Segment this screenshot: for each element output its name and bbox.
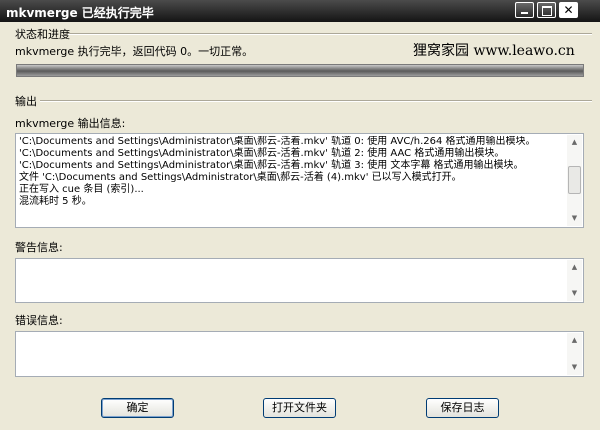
progress-bar-fill [17, 65, 583, 76]
minimize-icon [516, 3, 533, 17]
scroll-down-icon[interactable]: ▼ [567, 286, 582, 301]
maximize-icon [538, 3, 555, 17]
log-line: 混流耗时 5 秒。 [19, 196, 92, 207]
warnings-scrollbar[interactable]: ▲ ▼ [567, 260, 582, 301]
close-icon: ✕ [563, 3, 574, 17]
mkvmerge-result-dialog: mkvmerge 已经执行完毕 ✕ 状态和进度 mkvmerge 执行完毕，返回… [0, 0, 600, 430]
scroll-down-icon[interactable]: ▼ [567, 211, 582, 226]
output-group-label: 输出 [15, 95, 37, 108]
output-group-divider [40, 100, 592, 102]
log-line: 'C:\Documents and Settings\Administrator… [19, 160, 524, 171]
output-info-label: mkvmerge 输出信息: [15, 117, 126, 130]
window-title: mkvmerge 已经执行完毕 [6, 6, 154, 20]
minimize-button[interactable] [515, 2, 534, 18]
scrollbar-thumb[interactable] [568, 166, 581, 194]
scroll-down-icon[interactable]: ▼ [567, 360, 582, 375]
warnings-textarea[interactable]: ▲ ▼ [15, 258, 584, 303]
output-log-lines: 'C:\Documents and Settings\Administrator… [19, 136, 561, 208]
open-folder-button[interactable]: 打开文件夹 [263, 398, 336, 418]
scroll-up-icon[interactable]: ▲ [567, 135, 582, 150]
warnings-label: 警告信息: [15, 241, 63, 254]
log-line: 'C:\Documents and Settings\Administrator… [19, 148, 505, 159]
log-line: 文件 'C:\Documents and Settings\Administra… [19, 172, 462, 183]
title-bar[interactable]: mkvmerge 已经执行完毕 ✕ [0, 0, 600, 22]
progress-bar [16, 64, 584, 77]
maximize-button[interactable] [537, 2, 556, 18]
close-button[interactable]: ✕ [559, 2, 578, 18]
status-group-divider [68, 33, 592, 35]
errors-scrollbar[interactable]: ▲ ▼ [567, 333, 582, 375]
errors-label: 错误信息: [15, 314, 63, 327]
log-line: 'C:\Documents and Settings\Administrator… [19, 136, 536, 147]
save-log-button[interactable]: 保存日志 [426, 398, 499, 418]
ok-button[interactable]: 确定 [101, 398, 174, 418]
output-log-textarea[interactable]: 'C:\Documents and Settings\Administrator… [15, 133, 584, 228]
log-line: 正在写入 cue 条目 (索引)... [19, 184, 144, 195]
errors-textarea[interactable]: ▲ ▼ [15, 331, 584, 377]
watermark-text: 狸窝家园 www.leawo.cn [413, 43, 575, 59]
scroll-up-icon[interactable]: ▲ [567, 260, 582, 275]
status-group-label: 状态和进度 [15, 28, 70, 41]
scroll-up-icon[interactable]: ▲ [567, 333, 582, 348]
status-message: mkvmerge 执行完毕，返回代码 0。一切正常。 [15, 45, 254, 58]
output-log-scrollbar[interactable]: ▲ ▼ [567, 135, 582, 226]
